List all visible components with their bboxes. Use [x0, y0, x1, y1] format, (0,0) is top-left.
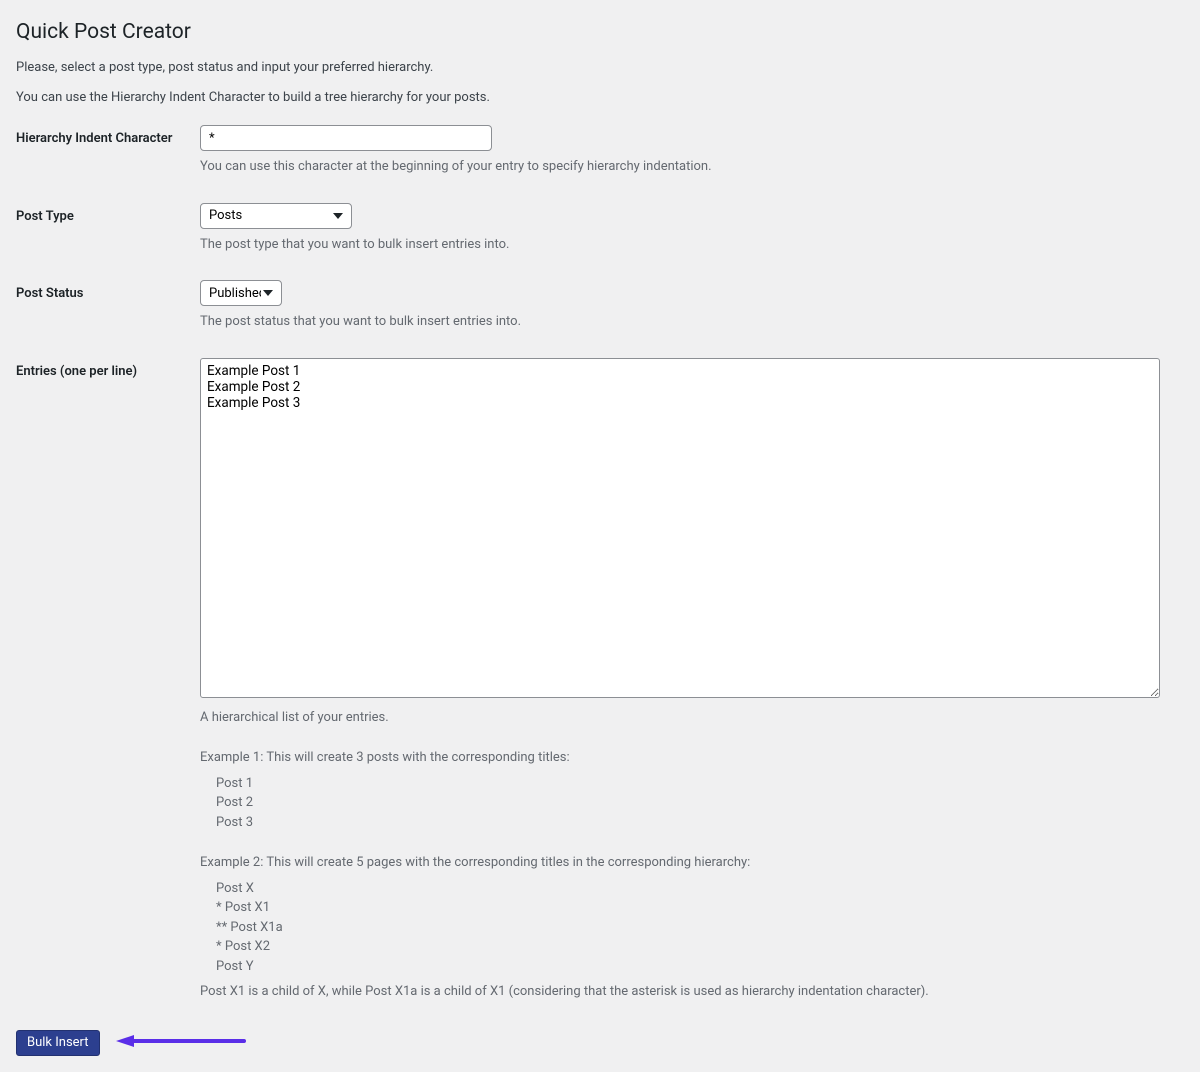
entries-example1-lines: Post 1 Post 2 Post 3: [216, 774, 1174, 833]
page-title: Quick Post Creator: [16, 16, 1184, 44]
entries-help-intro: A hierarchical list of your entries.: [200, 708, 1174, 728]
hierarchy-indent-input[interactable]: [200, 125, 492, 151]
settings-form: Hierarchy Indent Character You can use t…: [16, 119, 1184, 1022]
post-type-select[interactable]: Posts: [200, 203, 352, 229]
pointer-arrow-icon: [116, 1033, 248, 1053]
entries-example2-label: Example 2: This will create 5 pages with…: [200, 853, 1174, 873]
hierarchy-indent-label: Hierarchy Indent Character: [16, 119, 200, 197]
entries-label: Entries (one per line): [16, 352, 200, 1022]
entries-example2-lines: Post X * Post X1 ** Post X1a * Post X2 P…: [216, 879, 1174, 977]
intro-text-2: You can use the Hierarchy Indent Charact…: [16, 88, 1184, 108]
intro-text-1: Please, select a post type, post status …: [16, 58, 1184, 78]
post-type-label: Post Type: [16, 197, 200, 275]
post-status-help: The post status that you want to bulk in…: [200, 312, 1174, 332]
entries-example1-label: Example 1: This will create 3 posts with…: [200, 748, 1174, 768]
post-status-label: Post Status: [16, 274, 200, 352]
entries-textarea[interactable]: Example Post 1 Example Post 2 Example Po…: [200, 358, 1160, 698]
post-type-help: The post type that you want to bulk inse…: [200, 235, 1174, 255]
hierarchy-indent-help: You can use this character at the beginn…: [200, 157, 1174, 177]
bulk-insert-button[interactable]: Bulk Insert: [16, 1030, 100, 1056]
post-status-select[interactable]: Published: [200, 280, 282, 306]
entries-example2-note: Post X1 is a child of X, while Post X1a …: [200, 982, 1174, 1002]
